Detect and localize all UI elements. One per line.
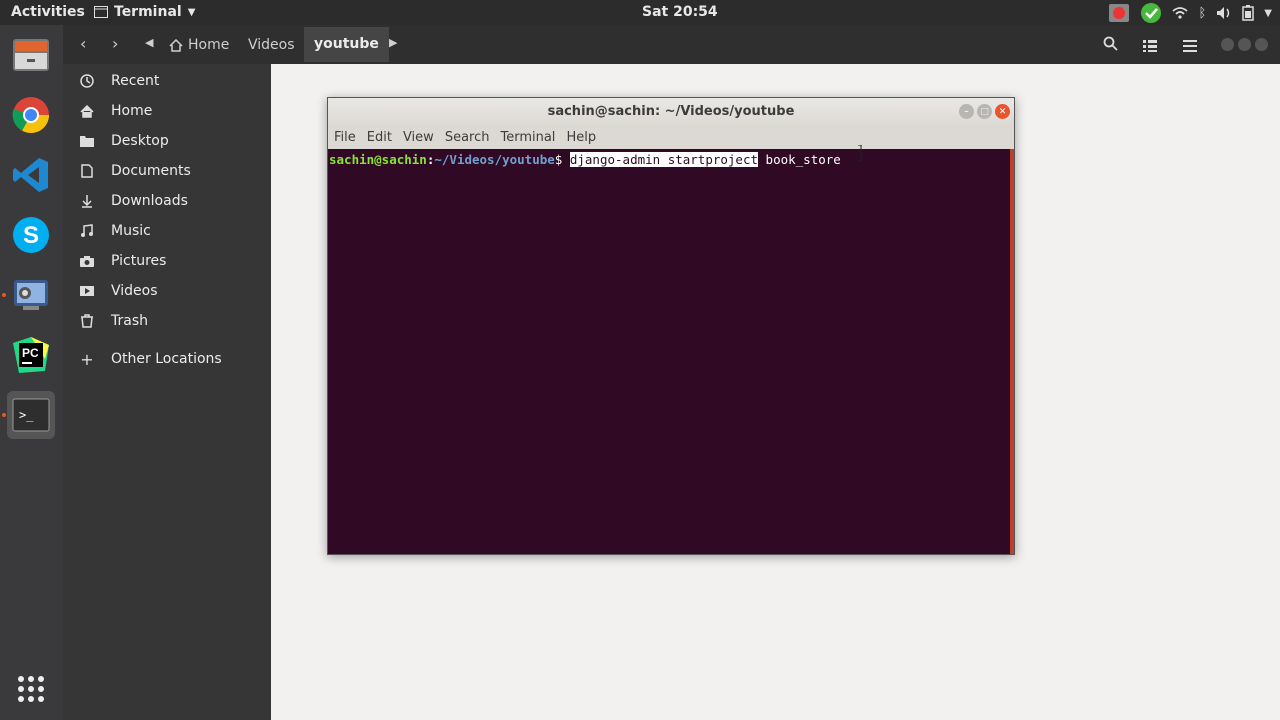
places-sidebar: Recent Home Desktop Documents Downloads … bbox=[63, 64, 271, 720]
terminal-window[interactable]: sachin@sachin: ~/Videos/youtube – □ ✕ Fi… bbox=[327, 97, 1015, 555]
terminal-icon[interactable]: >_ bbox=[2, 391, 55, 439]
chrome-icon[interactable] bbox=[7, 91, 55, 139]
sidebar-item-label: Downloads bbox=[111, 193, 188, 209]
minimize-icon[interactable]: – bbox=[959, 104, 974, 119]
sidebar-item-music[interactable]: Music bbox=[63, 216, 271, 246]
volume-icon[interactable] bbox=[1216, 6, 1232, 20]
system-tray[interactable]: ᛒ ▼ bbox=[1108, 2, 1272, 24]
document-icon bbox=[63, 164, 111, 178]
files-window-controls[interactable] bbox=[1221, 38, 1268, 51]
home-icon bbox=[169, 38, 183, 52]
menu-terminal[interactable]: Terminal bbox=[500, 130, 555, 145]
sidebar-item-home[interactable]: Home bbox=[63, 96, 271, 126]
menu-search[interactable]: Search bbox=[445, 130, 490, 145]
sidebar-item-desktop[interactable]: Desktop bbox=[63, 126, 271, 156]
running-indicator bbox=[2, 413, 6, 417]
breadcrumb-videos[interactable]: Videos bbox=[248, 37, 295, 53]
battery-icon[interactable] bbox=[1242, 5, 1255, 21]
maximize-icon[interactable] bbox=[1238, 38, 1251, 51]
command-text: book_store bbox=[758, 152, 841, 167]
sidebar-item-trash[interactable]: Trash bbox=[63, 306, 271, 336]
app-menu-label: Terminal bbox=[114, 4, 182, 20]
close-icon[interactable]: ✕ bbox=[995, 104, 1010, 119]
wifi-icon[interactable] bbox=[1172, 6, 1189, 20]
running-indicator bbox=[2, 293, 6, 297]
sidebar-item-pictures[interactable]: Pictures bbox=[63, 246, 271, 276]
plus-icon: + bbox=[80, 349, 94, 369]
pycharm-icon[interactable]: PC bbox=[7, 331, 55, 379]
sidebar-item-videos[interactable]: Videos bbox=[63, 276, 271, 306]
hamburger-menu-icon[interactable] bbox=[1183, 37, 1197, 56]
sidebar-item-label: Trash bbox=[111, 313, 148, 329]
menu-file[interactable]: File bbox=[334, 130, 356, 145]
sidebar-item-downloads[interactable]: Downloads bbox=[63, 186, 271, 216]
prompt-user: sachin@sachin bbox=[329, 152, 427, 167]
sidebar-item-documents[interactable]: Documents bbox=[63, 156, 271, 186]
chevron-down-icon[interactable]: ▼ bbox=[1264, 8, 1272, 19]
terminal-menubar: File Edit View Search Terminal Help bbox=[328, 126, 1014, 149]
clock[interactable]: Sat 20:54 bbox=[642, 4, 718, 20]
menu-edit[interactable]: Edit bbox=[367, 130, 392, 145]
music-icon bbox=[63, 224, 111, 238]
breadcrumb-youtube[interactable]: youtube bbox=[304, 27, 389, 62]
sidebar-item-label: Recent bbox=[111, 73, 160, 89]
app-grid-icon[interactable] bbox=[7, 665, 55, 713]
terminal-window-controls[interactable]: – □ ✕ bbox=[959, 104, 1010, 119]
folder-icon bbox=[63, 135, 111, 147]
breadcrumb-left-arrow-icon[interactable]: ◀ bbox=[145, 36, 153, 49]
check-icon[interactable] bbox=[1140, 2, 1162, 24]
app-menu[interactable]: Terminal ▼ bbox=[94, 4, 195, 20]
menu-view[interactable]: View bbox=[403, 130, 434, 145]
terminal-scrollbar[interactable] bbox=[1010, 149, 1014, 554]
text-cursor-icon bbox=[858, 145, 862, 161]
breadcrumb-home[interactable]: Home bbox=[169, 37, 229, 53]
sidebar-item-label: Other Locations bbox=[111, 351, 222, 367]
selected-command-text[interactable]: django-admin startproject bbox=[569, 152, 759, 167]
maximize-icon[interactable]: □ bbox=[977, 104, 992, 119]
sidebar-item-label: Home bbox=[111, 103, 153, 119]
sidebar-item-label: Music bbox=[111, 223, 151, 239]
prompt-symbol: $ bbox=[554, 152, 563, 167]
top-bar: Activities Terminal ▼ Sat 20:54 ᛒ ▼ bbox=[0, 0, 1280, 25]
files-icon[interactable] bbox=[7, 31, 55, 79]
forward-button[interactable]: › bbox=[112, 34, 118, 53]
breadcrumb-home-label: Home bbox=[188, 37, 230, 53]
terminal-title: sachin@sachin: ~/Videos/youtube bbox=[547, 104, 795, 119]
svg-text:PC: PC bbox=[22, 346, 39, 360]
svg-text:S: S bbox=[23, 222, 39, 249]
minimize-icon[interactable] bbox=[1221, 38, 1234, 51]
view-toggle-icon[interactable] bbox=[1143, 37, 1157, 56]
download-icon bbox=[63, 194, 111, 208]
recorder-icon[interactable] bbox=[1108, 3, 1130, 23]
sidebar-item-recent[interactable]: Recent bbox=[63, 66, 271, 96]
sidebar-item-label: Desktop bbox=[111, 133, 169, 149]
menu-help[interactable]: Help bbox=[566, 130, 596, 145]
bluetooth-icon[interactable]: ᛒ bbox=[1198, 6, 1206, 21]
chevron-down-icon: ▼ bbox=[187, 6, 196, 18]
home-icon bbox=[63, 104, 111, 118]
skype-icon[interactable]: S bbox=[7, 211, 55, 259]
sidebar-item-label: Pictures bbox=[111, 253, 167, 269]
sidebar-item-label: Documents bbox=[111, 163, 191, 179]
terminal-output[interactable]: sachin@sachin:~/Videos/youtube$ django-a… bbox=[328, 149, 1010, 554]
terminal-app-icon bbox=[94, 6, 108, 18]
search-icon[interactable] bbox=[1103, 36, 1118, 55]
clock-icon bbox=[63, 74, 111, 88]
dock: S PC >_ bbox=[0, 25, 63, 720]
sidebar-item-other-locations[interactable]: + Other Locations bbox=[63, 344, 271, 374]
files-header-bar: ‹ › ◀ Home Videos youtube ▶ bbox=[63, 25, 1280, 64]
back-button[interactable]: ‹ bbox=[80, 34, 86, 53]
sidebar-item-label: Videos bbox=[111, 283, 158, 299]
close-icon[interactable] bbox=[1255, 38, 1268, 51]
terminal-title-bar[interactable]: sachin@sachin: ~/Videos/youtube – □ ✕ bbox=[328, 98, 1014, 126]
prompt-path: ~/Videos/youtube bbox=[434, 152, 555, 167]
breadcrumb-right-arrow-icon[interactable]: ▶ bbox=[389, 36, 397, 49]
vscode-icon[interactable] bbox=[7, 151, 55, 199]
trash-icon bbox=[63, 314, 111, 328]
activities-button[interactable]: Activities bbox=[11, 4, 85, 20]
svg-text:>_: >_ bbox=[19, 408, 34, 422]
video-icon bbox=[63, 286, 111, 296]
screen-recorder-icon[interactable] bbox=[2, 271, 55, 319]
camera-icon bbox=[63, 255, 111, 267]
